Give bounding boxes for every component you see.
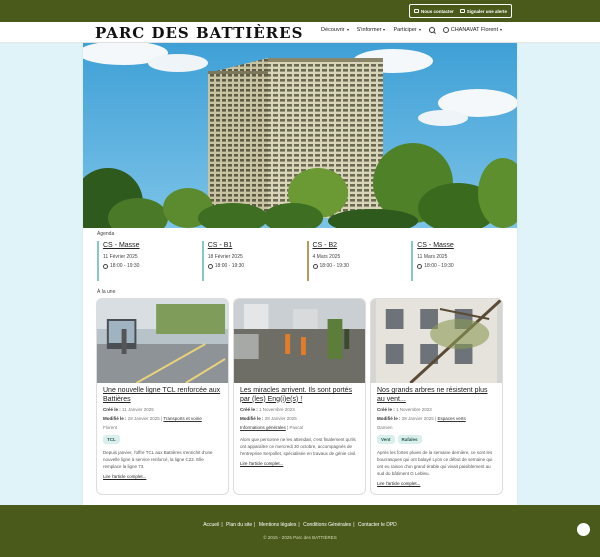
- alert-icon: [459, 9, 465, 13]
- agenda-item[interactable]: CS - Masse 11 Mars 2025 18:00 - 19:30: [411, 241, 507, 281]
- footer-link-terms[interactable]: Conditions Générales: [303, 522, 351, 528]
- nav-participate[interactable]: Participer: [393, 27, 421, 33]
- footer-link-dpo[interactable]: Contacter le DPD: [358, 522, 397, 528]
- footer-link-legal[interactable]: Mentions légales: [259, 522, 297, 528]
- site-header: PARC DES BATTIÈRES Découvrir S'informer …: [0, 22, 600, 43]
- read-more-link[interactable]: Lire l'article complet...: [377, 481, 496, 486]
- hero-image: [83, 43, 517, 228]
- nav-discover[interactable]: Découvrir: [321, 27, 349, 33]
- agenda-item-time: 18:00 - 19:30: [319, 263, 349, 269]
- news-card-image: [234, 299, 365, 383]
- clock-icon: [312, 263, 318, 269]
- footer-link-sitemap[interactable]: Plan du site: [226, 522, 252, 528]
- mail-icon: [413, 9, 419, 13]
- modified-date: 28 Janvier 2025: [264, 416, 297, 421]
- news-card[interactable]: Nos grands arbres ne résistent plus au v…: [370, 298, 503, 495]
- alert-button[interactable]: Signaler une alerte: [459, 9, 507, 14]
- author: Pascal: [289, 425, 303, 430]
- read-more-link[interactable]: Lire l'article complet...: [103, 474, 222, 479]
- agenda-item[interactable]: CS - Masse 11 Février 2025 18:00 - 19:30: [97, 241, 193, 281]
- search-icon: [428, 27, 435, 33]
- chat-button[interactable]: [577, 523, 590, 536]
- tag[interactable]: TCL: [103, 435, 120, 444]
- main-nav: Découvrir S'informer Participer CHANAVAT…: [321, 27, 502, 33]
- main-content: Agenda CS - Masse 11 Février 2025 18:00 …: [83, 43, 517, 505]
- agenda-item-date: 11 Février 2025: [103, 254, 138, 260]
- agenda-item-date: 4 Mars 2025: [312, 254, 341, 260]
- user-icon: [442, 27, 449, 33]
- modified-date: 28 Janvier 2025: [401, 416, 434, 421]
- site-footer: Accueil | Plan du site | Mentions légales |…: [0, 505, 600, 557]
- created-date: 11 Janvier 2025: [122, 407, 154, 412]
- contact-button[interactable]: Nous contacter: [413, 9, 454, 14]
- category-link[interactable]: Transports et voirie: [163, 416, 201, 421]
- news-card-title[interactable]: Une nouvelle ligne TCL renforcée aux Bat…: [103, 387, 222, 404]
- author: Florent: [103, 425, 118, 430]
- read-more-link[interactable]: Lire l'article complet...: [240, 461, 359, 466]
- author: Damien: [377, 425, 393, 430]
- news-card[interactable]: Une nouvelle ligne TCL renforcée aux Bat…: [96, 298, 229, 495]
- agenda-item-title[interactable]: CS - B2: [313, 242, 403, 249]
- chevron-down-icon: [418, 29, 421, 31]
- news-cards: Une nouvelle ligne TCL renforcée aux Bat…: [96, 298, 504, 495]
- copyright: © 2015 - 2025 Parc des BATTIÈRES: [263, 535, 337, 540]
- news-label: À la une: [97, 289, 116, 295]
- news-card-title[interactable]: Les miracles arrivent. Ils sont portés p…: [240, 387, 359, 404]
- news-card-image: [97, 299, 228, 383]
- agenda-item-date: 18 Février 2025: [207, 254, 243, 260]
- agenda-label: Agenda: [97, 231, 115, 237]
- agenda-item-title[interactable]: CS - Masse: [103, 242, 193, 249]
- agenda-item-time: 18:00 - 19:30: [214, 263, 245, 269]
- agenda-item-title[interactable]: CS - B1: [208, 242, 298, 249]
- top-bar: Nous contacter Signaler une alerte: [0, 0, 600, 22]
- top-actions: Nous contacter Signaler une alerte: [408, 4, 512, 18]
- chevron-down-icon: [500, 29, 502, 31]
- created-date: 1 Novembre 2023: [396, 407, 432, 412]
- agenda-item[interactable]: CS - B1 18 Février 2025 18:00 - 19:30: [201, 241, 298, 281]
- site-logo[interactable]: PARC DES BATTIÈRES: [95, 24, 303, 42]
- news-card-excerpt: Après les fortes pluies de la semaine de…: [377, 450, 493, 476]
- user-menu[interactable]: CHANAVAT Florent: [442, 27, 502, 33]
- news-card-excerpt: Depuis janvier, l'offre TCL aux Battière…: [103, 450, 213, 469]
- clock-icon: [103, 263, 108, 269]
- agenda-item-time: 18:00 - 19:30: [424, 263, 454, 269]
- agenda-item[interactable]: CS - B2 4 Mars 2025 18:00 - 19:30: [306, 241, 403, 281]
- footer-links: Accueil | Plan du site | Mentions légales |…: [203, 522, 397, 528]
- category-link[interactable]: Informations générales: [240, 425, 286, 430]
- agenda-item-time: 18:00 - 19:30: [110, 263, 140, 269]
- nav-inform[interactable]: S'informer: [357, 27, 386, 33]
- chevron-down-icon: [383, 29, 386, 31]
- modified-date: 28 Janvier 2025: [127, 416, 160, 421]
- news-card-title[interactable]: Nos grands arbres ne résistent plus au v…: [377, 387, 496, 404]
- tag[interactable]: Vent: [377, 435, 395, 444]
- search-button[interactable]: [428, 27, 435, 33]
- agenda-item-title[interactable]: CS - Masse: [417, 242, 507, 249]
- news-card-excerpt: Alors que personne ne les attendait, c'e…: [240, 437, 357, 456]
- news-card-image: [371, 299, 502, 383]
- news-card[interactable]: Les miracles arrivent. Ils sont portés p…: [233, 298, 366, 495]
- tag[interactable]: Rafales: [397, 435, 422, 444]
- agenda-list: CS - Masse 11 Février 2025 18:00 - 19:30…: [97, 241, 507, 281]
- footer-link-home[interactable]: Accueil: [203, 522, 219, 528]
- chevron-down-icon: [346, 29, 349, 31]
- clock-icon: [417, 263, 423, 269]
- clock-icon: [207, 263, 213, 269]
- category-link[interactable]: Espaces verts: [437, 416, 465, 421]
- agenda-item-date: 11 Mars 2025: [417, 254, 448, 260]
- created-date: 1 Novembre 2023: [259, 407, 295, 412]
